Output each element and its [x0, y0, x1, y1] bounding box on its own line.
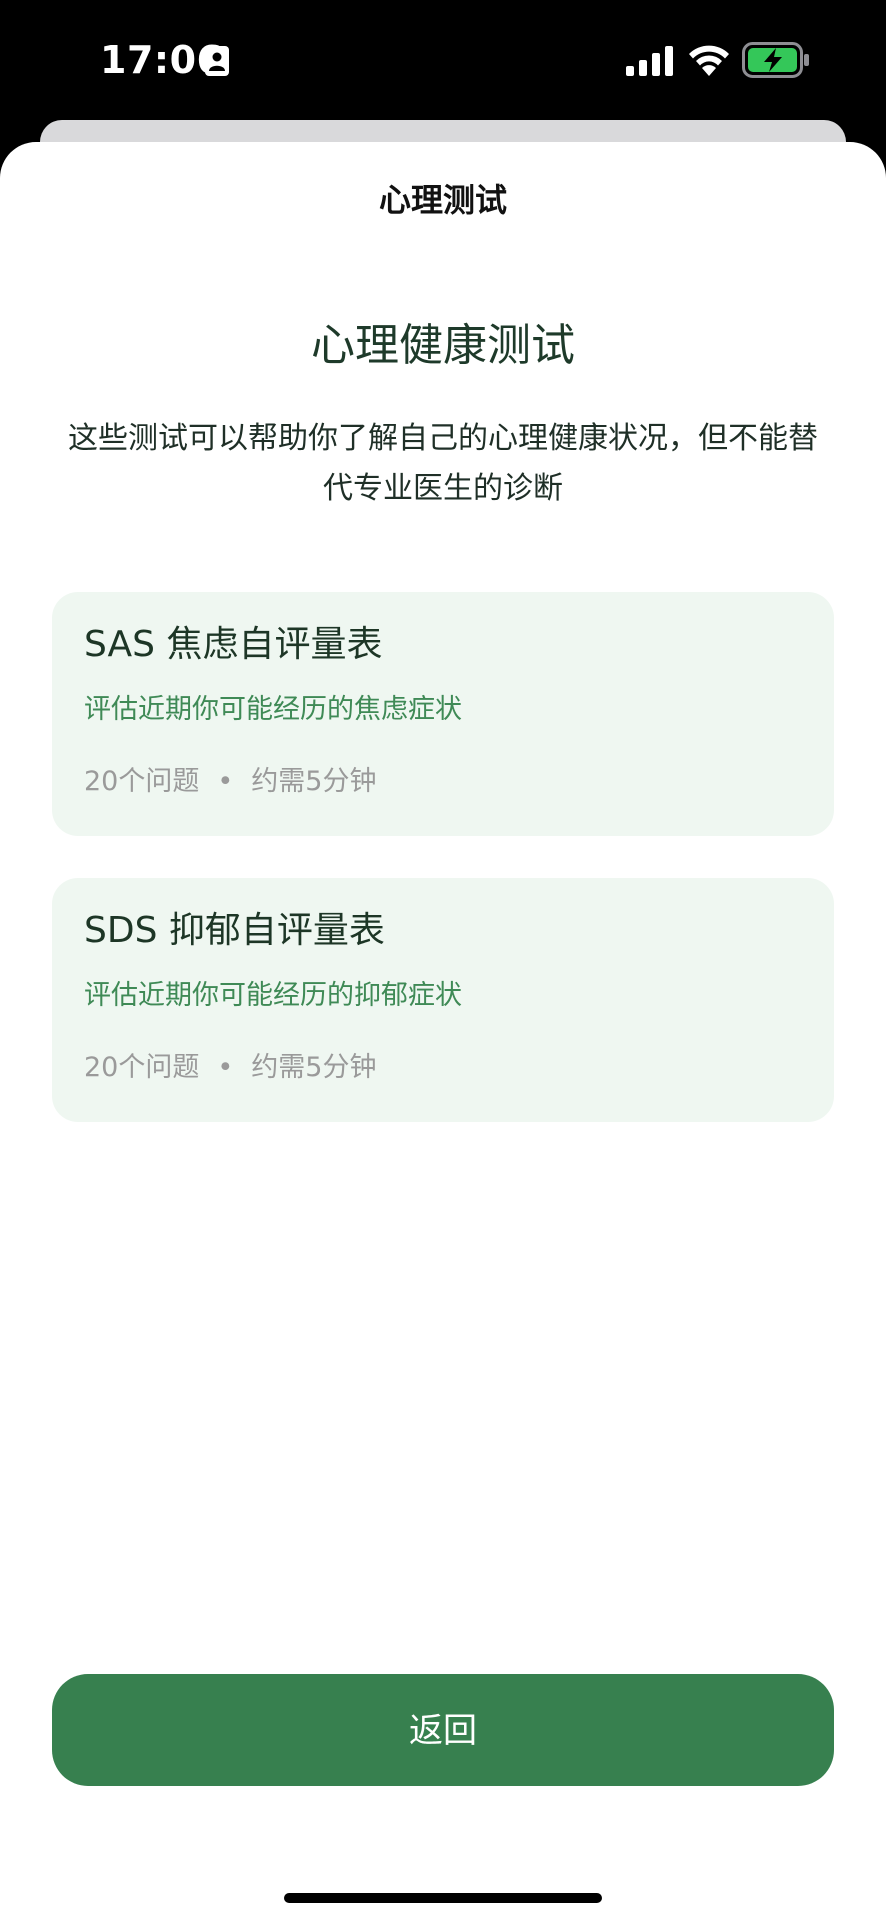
- test-card-meta: 20个问题 • 约需5分钟: [84, 1048, 376, 1088]
- page-heading: 心理健康测试: [311, 320, 575, 371]
- test-card-meta: 20个问题 • 约需5分钟: [84, 762, 376, 802]
- question-count: 20个问题: [84, 1052, 200, 1083]
- wifi-icon: [689, 45, 729, 76]
- meta-separator: •: [217, 1052, 234, 1083]
- duration: 约需5分钟: [251, 766, 377, 797]
- id-card-icon: [205, 46, 229, 76]
- test-card-description: 评估近期你可能经历的抑郁症状: [84, 980, 462, 1011]
- test-card-title: SDS 抑郁自评量表: [84, 910, 385, 951]
- back-button[interactable]: 返回: [52, 1674, 834, 1786]
- duration: 约需5分钟: [251, 1052, 377, 1083]
- signal-icon: [626, 46, 673, 76]
- question-count: 20个问题: [84, 766, 200, 797]
- test-card-sds[interactable]: SDS 抑郁自评量表 评估近期你可能经历的抑郁症状 20个问题 • 约需5分钟: [52, 878, 834, 1122]
- meta-separator: •: [217, 766, 234, 797]
- nav-title: 心理测试: [378, 181, 507, 219]
- page-description: 这些测试可以帮助你了解自己的心理健康状况，但不能替代专业医生的诊断: [68, 421, 818, 506]
- home-indicator[interactable]: [284, 1893, 602, 1903]
- test-card-description: 评估近期你可能经历的焦虑症状: [84, 694, 462, 725]
- status-bar: 17:06: [0, 0, 886, 120]
- test-card-title: SAS 焦虑自评量表: [84, 624, 383, 665]
- test-card-sas[interactable]: SAS 焦虑自评量表 评估近期你可能经历的焦虑症状 20个问题 • 约需5分钟: [52, 592, 834, 836]
- battery-charging-icon: [742, 42, 809, 78]
